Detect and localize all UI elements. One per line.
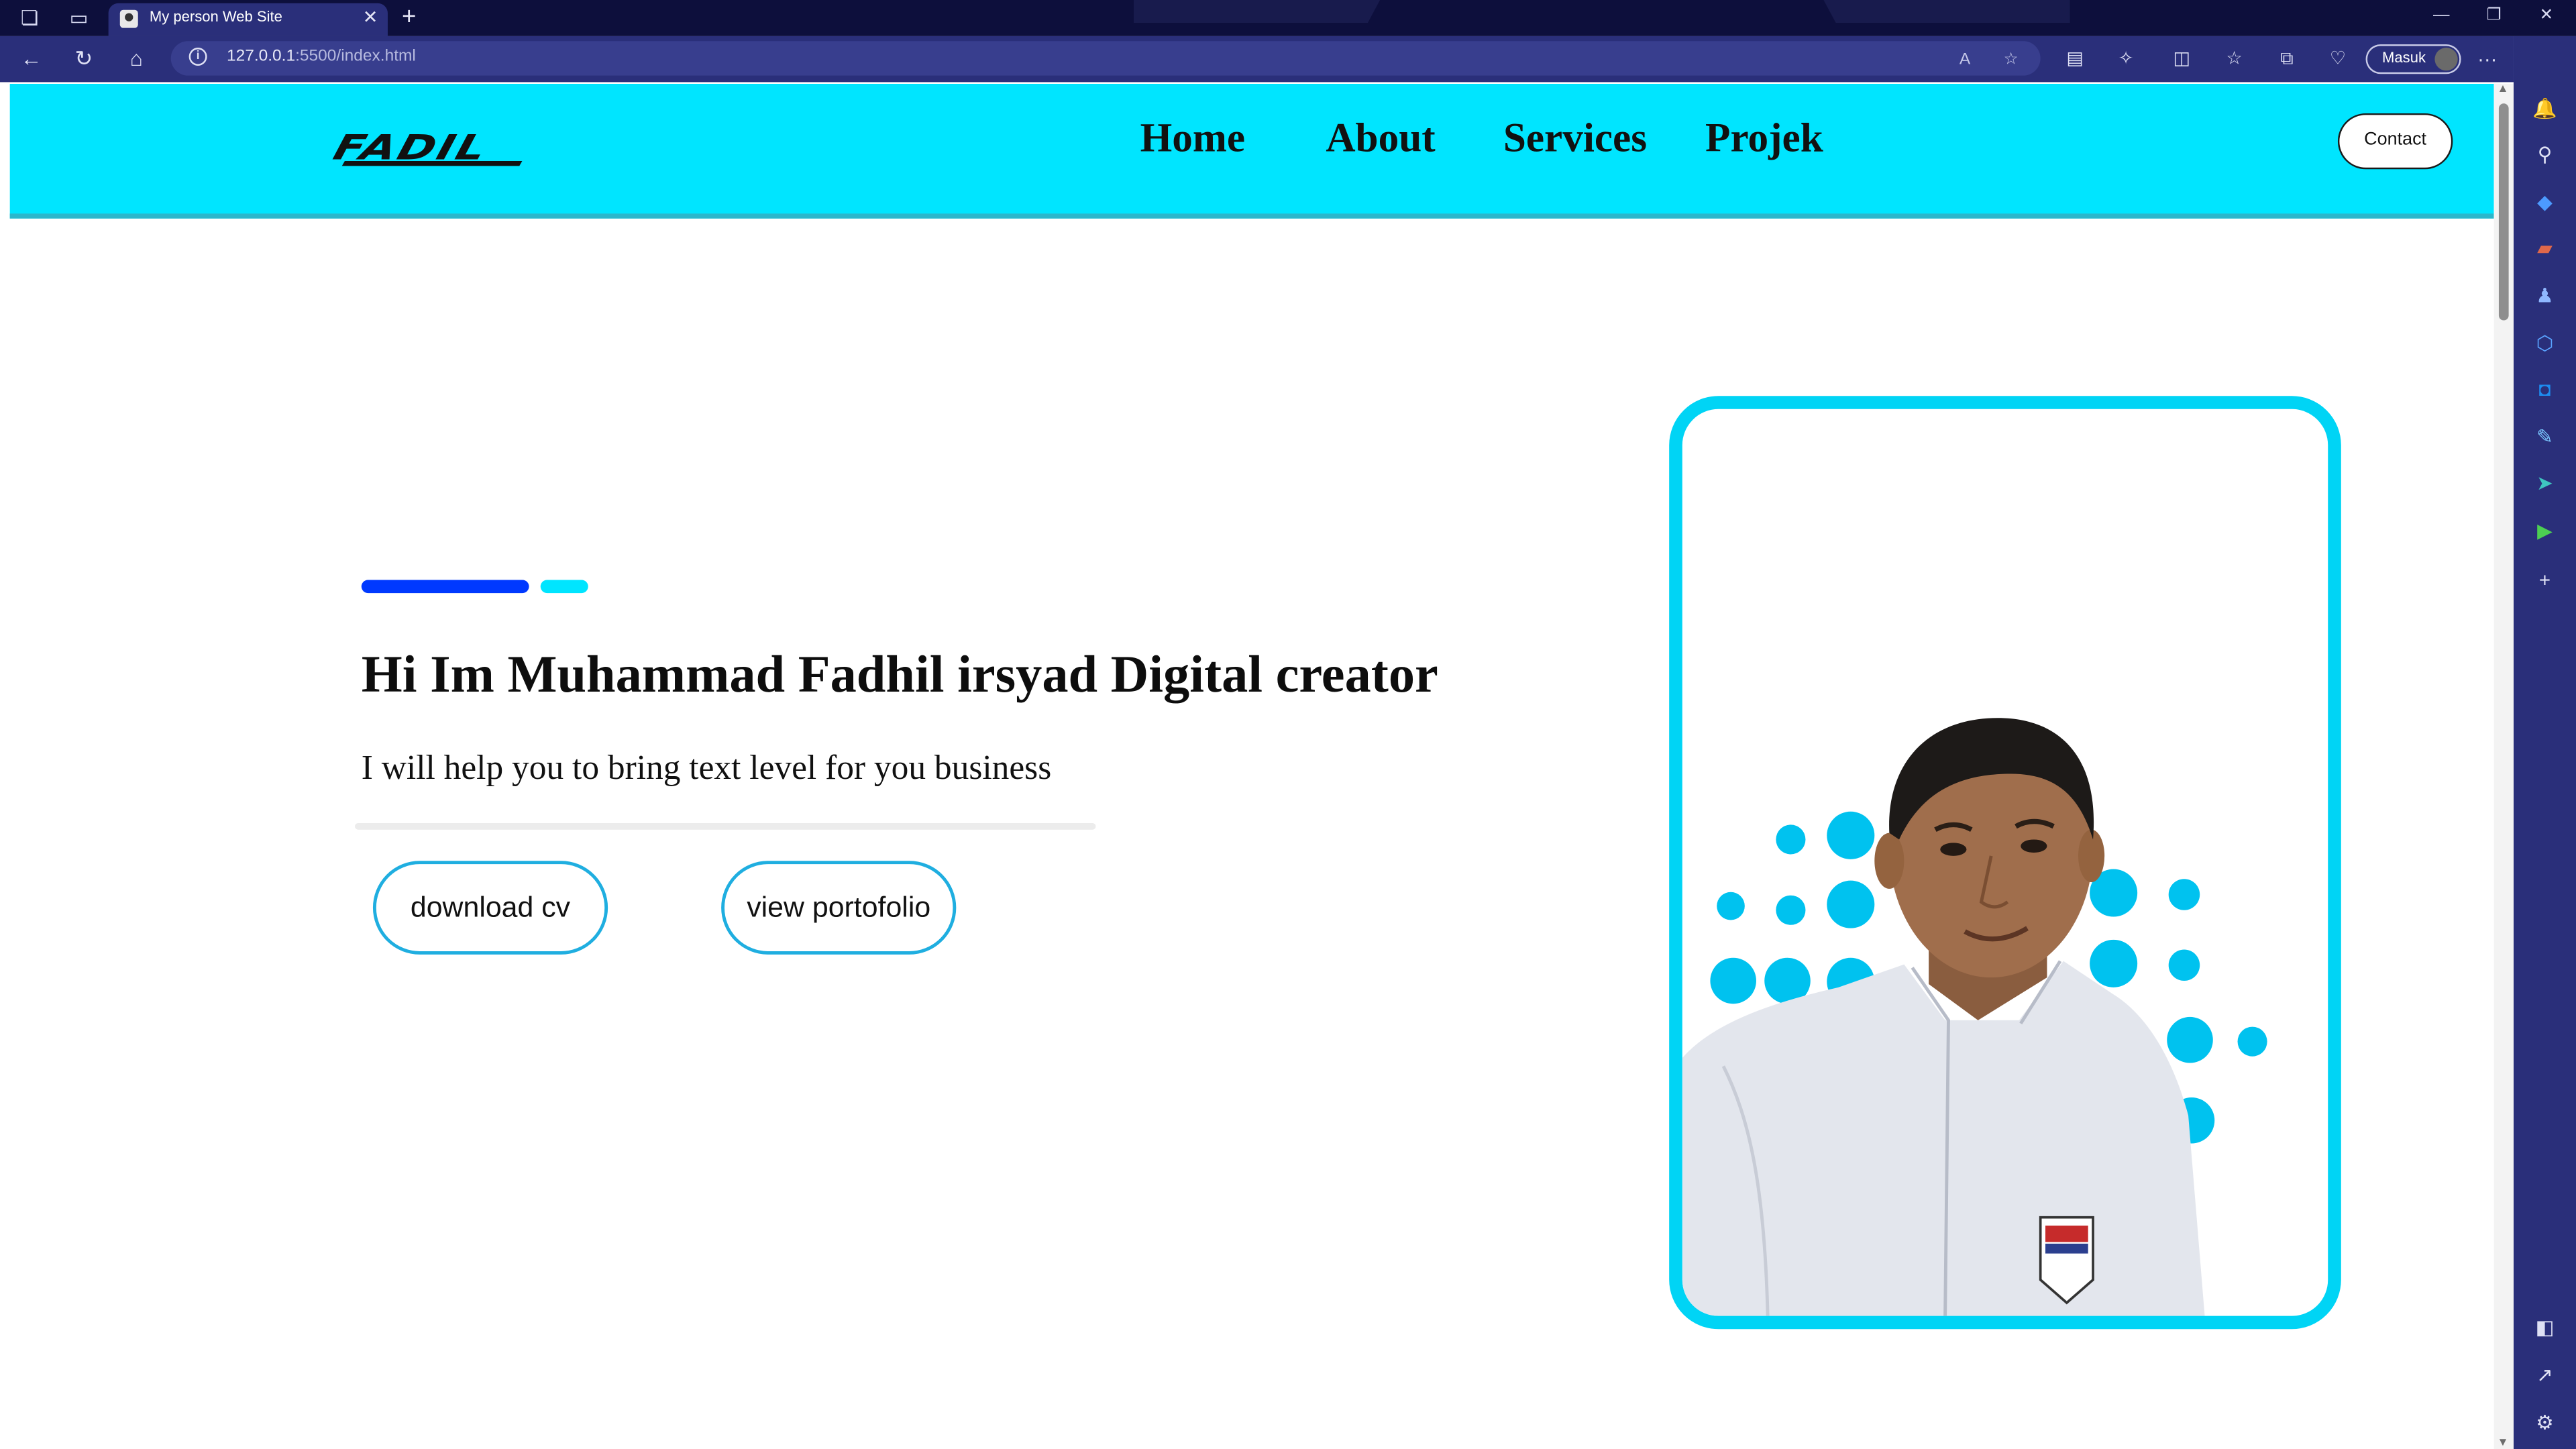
contact-button[interactable]: Contact [2337,113,2453,170]
restore-icon[interactable]: ❐ [2481,5,2507,28]
site-navbar: FADIL Home About Services Projek Contact [9,83,2494,219]
accent-bar-long [361,580,529,594]
profile-photo-card [1669,396,2341,1330]
favorites-icon[interactable]: ☆ [2222,48,2245,70]
search-icon[interactable]: ⚲ [2530,140,2559,169]
refresh-icon[interactable]: ↻ [70,46,97,72]
tab-actions-icon[interactable]: ▭ [66,5,92,31]
edge-sidebar: 🔔 ⚲ ◆ ▰ ♟ ⬡ ◘ ✎ ➤ ▶ + ◧ ↗ ⚙ [2513,36,2576,1449]
back-icon[interactable]: ← [18,46,44,72]
nav-link-services[interactable]: Services [1503,117,1647,163]
nav-link-home[interactable]: Home [1140,117,1245,163]
split-screen-icon[interactable]: ◫ [2170,48,2193,70]
screen: ❏ ▭ My person Web Site ✕ + — ❐ ✕ ← ↻ ⌂ i… [0,0,2576,1449]
portrait-ear [2078,829,2105,883]
tab-favicon-icon [119,9,138,28]
scrollbar-thumb[interactable] [2498,103,2509,321]
minimize-icon[interactable]: — [2428,5,2455,28]
view-portfolio-button[interactable]: view portofolio [721,861,957,955]
school-badge-stripe [2045,1225,2088,1242]
read-aloud-icon[interactable]: A [1955,51,1974,70]
address-bar[interactable]: i 127.0.0.1:5500/index.html A ☆ [170,41,2041,76]
profile-button[interactable]: Masuk [2365,44,2461,74]
favorite-star-icon[interactable]: ☆ [2001,51,2021,70]
hide-sidebar-icon[interactable]: ◧ [2530,1313,2559,1342]
send-icon[interactable]: ➤ [2530,468,2559,498]
hero-divider [354,822,1096,830]
home-icon[interactable]: ⌂ [123,46,150,72]
scroll-down-icon[interactable]: ▼ [2497,1438,2508,1449]
nav-link-projek[interactable]: Projek [1705,117,1823,163]
scroll-up-icon[interactable]: ▲ [2497,84,2508,95]
outlook-icon[interactable]: ◘ [2530,374,2559,404]
collections-icon[interactable]: ▤ [2063,48,2086,70]
hero-title: Hi Im Muhammad Fadhil irsyad Digital cre… [361,644,1438,704]
collections-add-icon[interactable]: ⧉ [2275,48,2298,70]
notifications-bell-icon[interactable]: 🔔 [2530,94,2559,123]
workspaces-icon[interactable]: ❏ [16,5,42,31]
browser-essentials-icon[interactable]: ♡ [2326,48,2349,70]
games-icon[interactable]: ♟ [2530,281,2559,311]
close-tab-icon[interactable]: ✕ [363,8,378,30]
nav-link-about[interactable]: About [1326,117,1435,163]
portrait-ear [1874,833,1904,889]
page-scrollbar[interactable]: ▲ ▼ [2493,83,2514,1449]
close-window-icon[interactable]: ✕ [2533,5,2559,28]
media-play-icon[interactable]: ▶ [2530,516,2559,545]
tab-title: My person Web Site [149,8,282,25]
page-viewport: FADIL Home About Services Projek Contact… [0,83,2494,1449]
tab-strip-decoration [1823,0,2070,23]
accent-bar-short [540,580,588,594]
settings-gear-icon[interactable]: ⚙ [2530,1408,2559,1438]
shopping-tag-icon[interactable]: ◆ [2530,187,2559,217]
site-logo[interactable]: FADIL [329,128,529,171]
hero-subtitle: I will help you to bring text level for … [361,747,1052,788]
download-cv-button[interactable]: download cv [372,861,608,955]
profile-portrait [1682,718,2205,1316]
profile-avatar [2434,48,2458,71]
tab-strip-decoration [1133,0,1381,23]
designer-icon[interactable]: ✎ [2530,422,2559,451]
open-external-icon[interactable]: ↗ [2530,1360,2559,1390]
school-badge-stripe [2045,1243,2088,1254]
more-menu-icon[interactable]: ··· [2477,48,2497,70]
microsoft-365-icon[interactable]: ⬡ [2530,329,2559,358]
extensions-icon[interactable]: ✧ [2114,48,2137,70]
portrait-eye [2021,839,2047,853]
profile-label: Masuk [2382,49,2426,66]
tab-strip: ❏ ▭ My person Web Site ✕ + — ❐ ✕ [0,0,2576,36]
new-tab-button[interactable]: + [394,3,424,33]
add-sidebar-app-icon[interactable]: + [2530,565,2559,594]
logo-underline [341,161,523,166]
portrait-eye [1940,843,1967,856]
tools-briefcase-icon[interactable]: ▰ [2530,233,2559,263]
browser-toolbar: ← ↻ ⌂ i 127.0.0.1:5500/index.html A ☆ ▤ … [0,36,2514,83]
url-text: 127.0.0.1:5500/index.html [226,48,416,66]
site-info-icon[interactable]: i [189,48,207,66]
active-tab[interactable]: My person Web Site ✕ [108,3,388,36]
